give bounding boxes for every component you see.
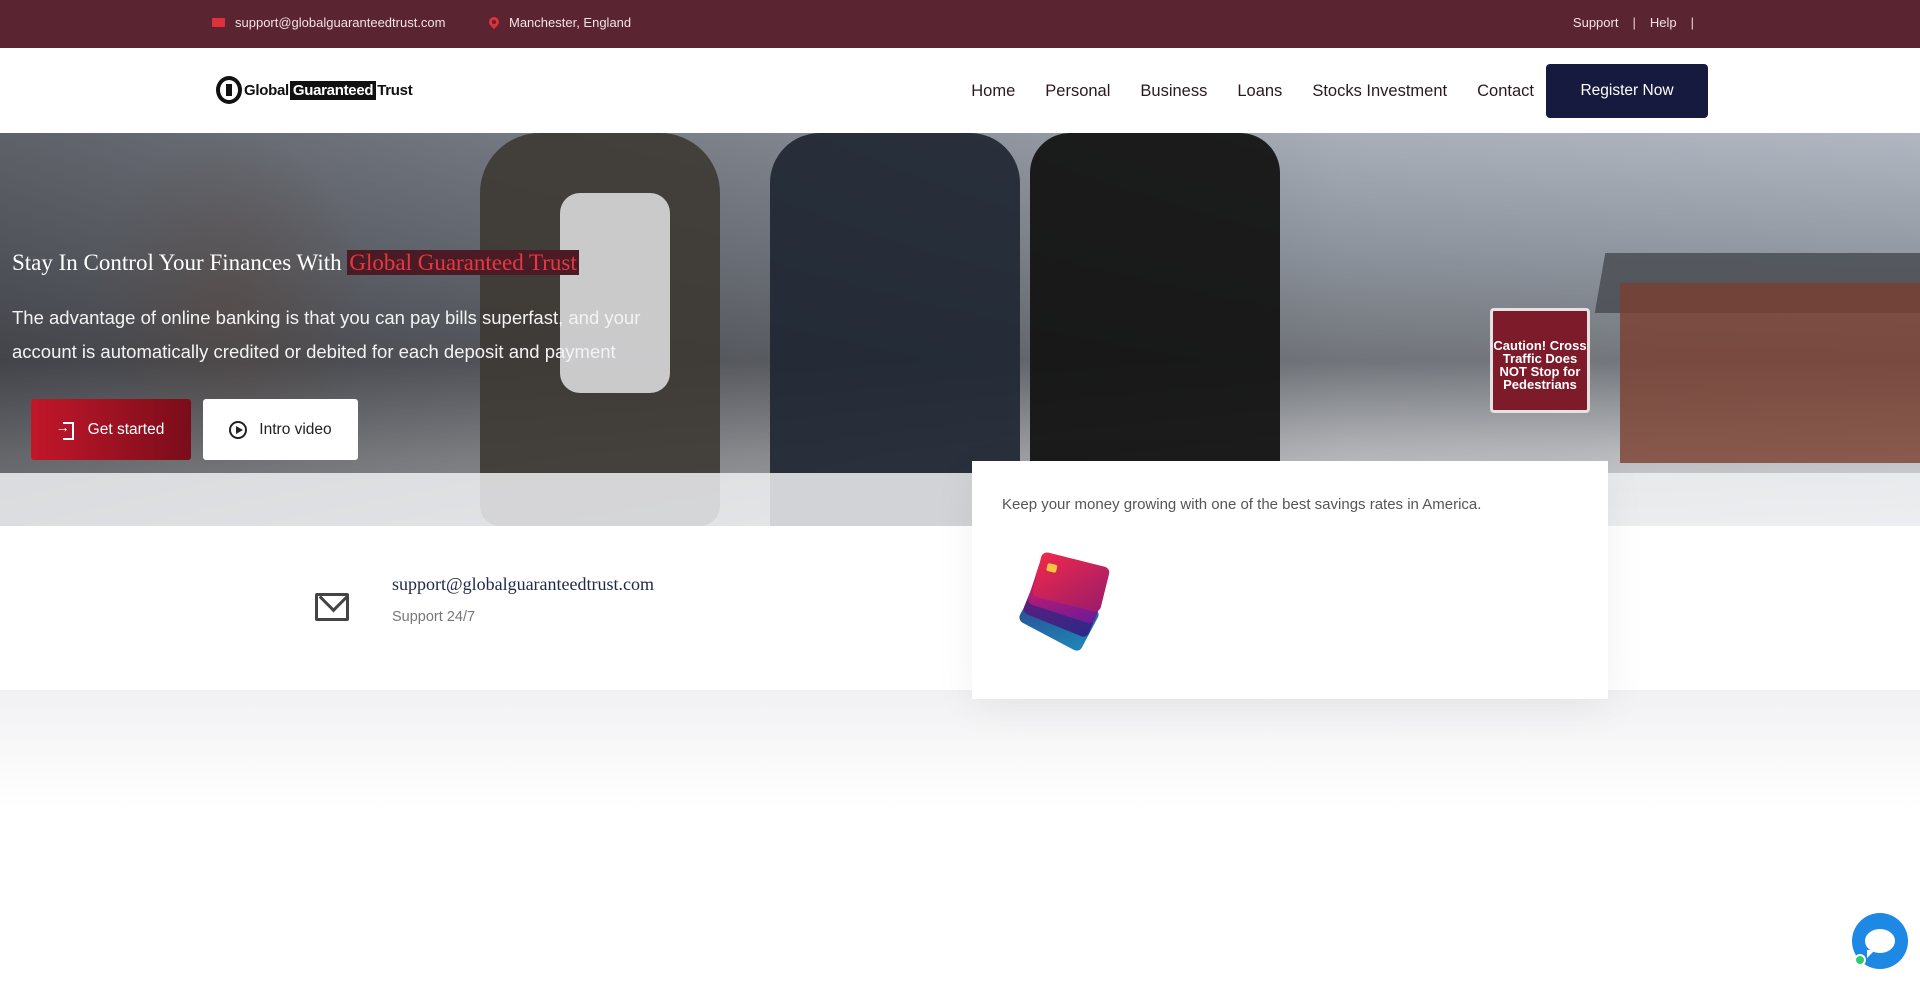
hero-banner: Caution! Cross Traffic Does NOT Stop for… [0,133,1920,526]
topbar-location-text: Manchester, England [509,15,632,30]
get-started-button[interactable]: Get started [31,399,191,460]
topbar-email-text: support@globalguaranteedtrust.com [235,15,446,30]
nav-item-personal[interactable]: Personal [1045,82,1110,101]
nav-item-business[interactable]: Business [1140,82,1207,101]
credit-cards-image [1017,551,1111,653]
hero-snow-ground [0,473,1920,526]
intro-video-label: Intro video [259,420,332,438]
register-now-button[interactable]: Register Now [1546,64,1708,118]
topbar-links: Support | Help | [1573,15,1694,30]
hero-title-highlight: Global Guaranteed Trust [347,250,579,275]
hero-subtitle: The advantage of online banking is that … [12,307,641,362]
hero-title: Stay In Control Your Finances With Globa… [12,250,579,276]
site-logo[interactable]: Global Guaranteed Trust [216,75,413,105]
main-navbar: Global Guaranteed Trust Home Personal Bu… [0,48,1920,133]
mail-icon [212,18,225,27]
envelope-icon [315,593,349,621]
intro-video-button[interactable]: Intro video [203,399,358,460]
hero-background-house [1620,283,1920,463]
section-shadow [0,690,1920,810]
online-status-dot [1854,954,1866,966]
separator: | [1690,15,1694,30]
top-info-bar: support@globalguaranteedtrust.com Manche… [0,0,1920,48]
savings-card: Keep your money growing with one of the … [972,461,1608,699]
contact-strip: support@globalguaranteedtrust.com Suppor… [0,526,1920,690]
logo-suffix: Trust [377,81,413,99]
hero-title-plain: Stay In Control Your Finances With [12,250,348,275]
nav-menu: Home Personal Business Loans Stocks Inve… [971,82,1534,101]
location-pin-icon [489,17,499,29]
chat-icon [1865,929,1895,958]
caution-sign: Caution! Cross Traffic Does NOT Stop for… [1490,308,1590,413]
login-icon [56,419,74,440]
help-link[interactable]: Help [1650,15,1677,30]
play-circle-icon [229,420,248,439]
separator: | [1632,15,1636,30]
savings-card-text: Keep your money growing with one of the … [1002,496,1482,513]
support-link[interactable]: Support [1573,15,1619,30]
logo-text: Global Guaranteed Trust [244,80,413,100]
nav-item-contact[interactable]: Contact [1477,82,1534,101]
logo-mark-icon [216,76,242,104]
nav-item-stocks-investment[interactable]: Stocks Investment [1312,82,1447,101]
contact-email[interactable]: support@globalguaranteedtrust.com [392,574,654,595]
logo-prefix: Global [244,81,289,99]
nav-item-loans[interactable]: Loans [1237,82,1282,101]
topbar-email[interactable]: support@globalguaranteedtrust.com [212,15,446,30]
topbar-location: Manchester, England [489,15,631,30]
get-started-label: Get started [87,420,165,438]
logo-boxed: Guaranteed [289,80,377,100]
nav-item-home[interactable]: Home [971,82,1015,101]
contact-subtitle: Support 24/7 [392,609,476,625]
